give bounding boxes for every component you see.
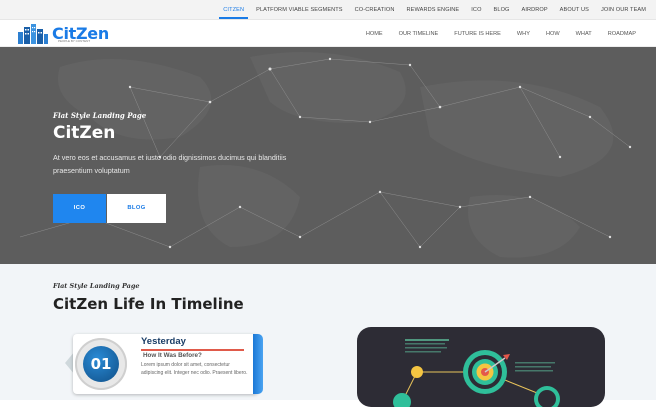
nav-platform-viable-segments[interactable]: PLATFORM VIABLE SEGMENTS [250, 0, 349, 20]
header: CitZen PEOPLE BY CONTENT HOME OUR TIMELI… [0, 20, 656, 47]
hero-kicker: Flat Style Landing Page [53, 111, 147, 120]
top-bar: CITZEN PLATFORM VIABLE SEGMENTS CO-CREAT… [0, 0, 656, 20]
nav-co-creation[interactable]: CO-CREATION [349, 0, 401, 20]
section-title: CitZen Life In Timeline [53, 295, 244, 313]
nav-rewards-engine[interactable]: REWARDS ENGINE [400, 0, 465, 20]
nav-ico[interactable]: ICO [465, 0, 487, 20]
subnav-why[interactable]: WHY [509, 31, 538, 37]
hero-section: Flat Style Landing Page CitZen At vero e… [0, 47, 656, 264]
step-number: 01 [83, 346, 119, 382]
subnav-our-timeline[interactable]: OUR TIMELINE [391, 31, 447, 37]
hero-description: At vero eos et accusamus et iusto odio d… [53, 153, 287, 175]
timeline-section: Flat Style Landing Page CitZen Life In T… [0, 264, 656, 407]
nav-join-our-team[interactable]: JOIN OUR TEAM [595, 0, 652, 20]
target-infographic [357, 327, 605, 407]
blog-button[interactable]: BLOG [107, 194, 166, 223]
card-heading: Yesterday [141, 336, 186, 347]
subnav-how[interactable]: HOW [538, 31, 568, 37]
card-subheading: How It Was Before? [143, 352, 202, 359]
nav-airdrop[interactable]: AIRDROP [515, 0, 553, 20]
subnav-roadmap[interactable]: ROADMAP [600, 31, 644, 37]
brand-tagline: PEOPLE BY CONTENT [58, 39, 91, 43]
section-kicker: Flat Style Landing Page [53, 282, 140, 290]
subnav-future-is-here[interactable]: FUTURE IS HERE [446, 31, 509, 37]
timeline-card: 01 Yesterday How It Was Before? Lorem ip… [63, 331, 263, 397]
card-text: Lorem ipsum dolor sit amet, consectetur … [141, 362, 248, 376]
hero-title: CitZen [53, 123, 116, 143]
subnav-what[interactable]: WHAT [568, 31, 600, 37]
nav-blog[interactable]: BLOG [488, 0, 516, 20]
nav-about-us[interactable]: ABOUT US [554, 0, 595, 20]
nav-citzen[interactable]: CITZEN [217, 0, 250, 20]
card-side-tab [253, 334, 263, 394]
top-nav: CITZEN PLATFORM VIABLE SEGMENTS CO-CREAT… [217, 0, 652, 20]
sub-nav: HOME OUR TIMELINE FUTURE IS HERE WHY HOW… [358, 20, 644, 47]
ico-button[interactable]: ICO [53, 194, 106, 223]
target-infographic-graphic [393, 339, 560, 407]
city-logo-icon [18, 23, 48, 44]
card-divider [141, 349, 244, 351]
subnav-home[interactable]: HOME [358, 31, 391, 37]
